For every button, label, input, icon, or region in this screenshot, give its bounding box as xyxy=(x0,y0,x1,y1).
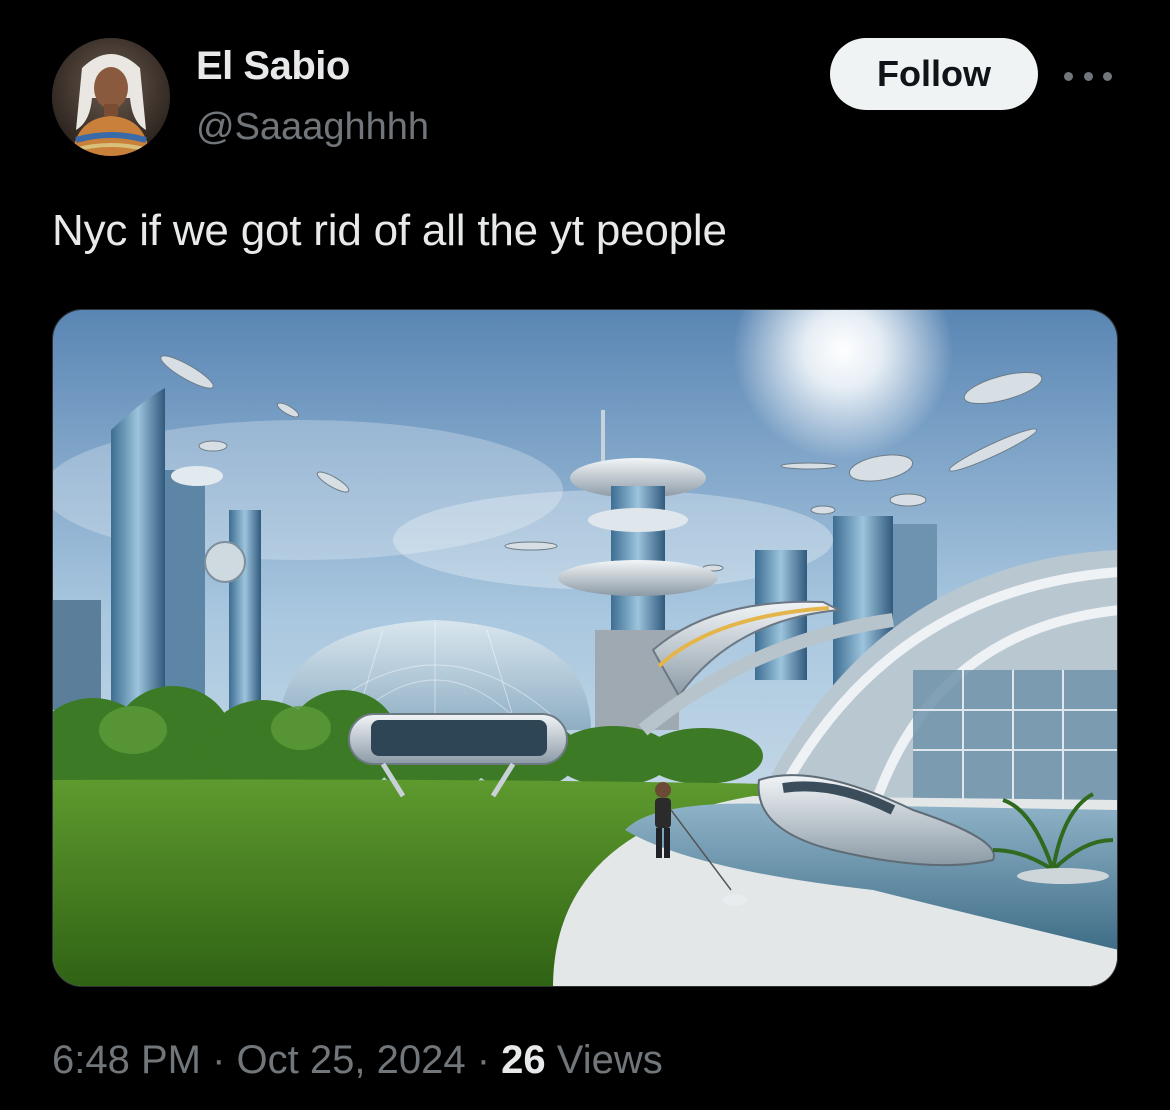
tweet-time[interactable]: 6:48 PM xyxy=(52,1038,201,1082)
meta-separator: · xyxy=(476,1038,491,1082)
views-count: 26 xyxy=(501,1038,546,1082)
tweet-card: El Sabio @Saaaghhhh Follow Nyc if we got… xyxy=(0,0,1170,1110)
more-dot xyxy=(1083,71,1093,81)
more-dot xyxy=(1103,71,1112,81)
more-dot xyxy=(1064,71,1073,81)
views-label: Views xyxy=(556,1038,663,1082)
tweet-text: Nyc if we got rid of all the yt people xyxy=(52,206,727,255)
author-avatar[interactable] xyxy=(52,38,170,156)
author-handle[interactable]: @Saaaghhhh xyxy=(196,106,429,149)
avatar-image xyxy=(52,38,170,156)
more-horizontal-icon[interactable] xyxy=(1064,66,1112,86)
tweet-meta: 6:48 PM · Oct 25, 2024 · 26 Views xyxy=(52,1038,663,1083)
tweet-media-image[interactable] xyxy=(52,309,1118,987)
author-display-name[interactable]: El Sabio xyxy=(196,44,350,89)
follow-button[interactable]: Follow xyxy=(830,38,1038,110)
tweet-date[interactable]: Oct 25, 2024 xyxy=(237,1038,466,1082)
futuristic-city-image xyxy=(53,310,1117,986)
meta-separator: · xyxy=(212,1038,226,1082)
